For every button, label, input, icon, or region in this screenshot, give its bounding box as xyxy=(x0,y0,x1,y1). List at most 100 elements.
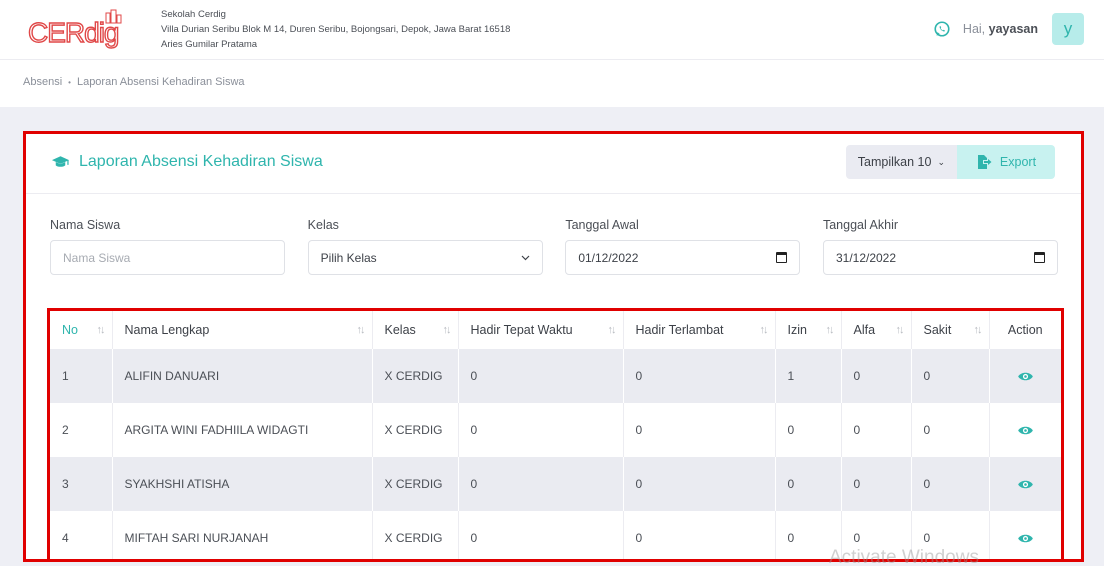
greeting-text: Hai, xyxy=(962,22,986,36)
eye-icon[interactable] xyxy=(1017,533,1034,544)
column-header-class[interactable]: Kelas ↑↓ xyxy=(372,311,459,349)
breadcrumb: Absensi • Laporan Absensi Kehadiran Sisw… xyxy=(23,76,245,88)
row-absent-cell: 0 xyxy=(841,349,912,403)
row-no-cell: 2 xyxy=(50,403,113,457)
row-permit-cell: 0 xyxy=(775,403,842,457)
user-area: Hai, yayasan y xyxy=(933,12,1084,46)
school-head: Aries Gumilar Pratama xyxy=(161,39,258,50)
card-tools: Tampilkan 10 ⌄ Export xyxy=(845,145,1055,179)
table-row: 2 ARGITA WINI FADHIILA WIDAGTI X CERDIG 0 0 0… xyxy=(50,403,1061,457)
row-class-cell: X CERDIG xyxy=(372,511,459,559)
table-header-row: No ↑↓ Nama Lengkap ↑↓ Kelas ↑↓ Hadir Tepat … xyxy=(50,311,1061,349)
row-no-cell: 1 xyxy=(50,349,113,403)
eye-icon[interactable] xyxy=(1017,425,1034,436)
student-name-placeholder: Nama Siswa xyxy=(63,250,131,265)
sort-icon[interactable]: ↑↓ xyxy=(357,324,366,336)
row-late-cell: 0 xyxy=(623,457,776,511)
row-absent-cell: 0 xyxy=(841,403,912,457)
graduation-cap-icon xyxy=(51,156,70,167)
export-label: Export xyxy=(999,155,1037,169)
class-select[interactable]: Pilih Kelas xyxy=(307,240,543,275)
row-late-cell: 0 xyxy=(623,403,776,457)
row-name-cell: ALIFIN DANUARI xyxy=(112,349,373,403)
row-class-cell: X CERDIG xyxy=(372,457,459,511)
calendar-icon[interactable] xyxy=(1033,252,1045,263)
filter-start-label: Tanggal Awal xyxy=(565,218,639,232)
attendance-table: No ↑↓ Nama Lengkap ↑↓ Kelas ↑↓ Hadir Tepat … xyxy=(50,311,1061,559)
row-sick-cell: 0 xyxy=(911,457,990,511)
filter-name-label: Nama Siswa xyxy=(50,218,121,232)
school-address: Villa Durian Seribu Blok M 14, Duren Ser… xyxy=(161,24,511,35)
filter-name-group: Nama Siswa Nama Siswa xyxy=(50,218,285,275)
avatar[interactable]: y xyxy=(1052,13,1084,45)
column-header-sick[interactable]: Sakit ↑↓ xyxy=(911,311,990,349)
page-size-label: Tampilkan 10 xyxy=(857,155,932,169)
school-info: Sekolah Cerdig Villa Durian Seribu Blok … xyxy=(161,7,510,52)
top-bar: CERdig Sekolah Cerdig Villa Durian Serib… xyxy=(0,0,1104,60)
row-late-cell: 0 xyxy=(623,349,776,403)
column-header-no[interactable]: No ↑↓ xyxy=(50,311,113,349)
row-class-cell: X CERDIG xyxy=(372,403,459,457)
school-name: Sekolah Cerdig xyxy=(161,9,226,20)
row-name-cell: SYAKHSHI ATISHA xyxy=(112,457,373,511)
file-export-icon xyxy=(977,155,992,169)
filter-class-group: Kelas Pilih Kelas xyxy=(307,218,543,275)
filter-class-label: Kelas xyxy=(307,218,339,232)
row-permit-cell: 0 xyxy=(775,457,842,511)
eye-icon[interactable] xyxy=(1017,479,1034,490)
user-name: yayasan xyxy=(988,22,1038,36)
sort-icon[interactable]: ↑↓ xyxy=(896,324,905,336)
row-name-cell: ARGITA WINI FADHIILA WIDAGTI xyxy=(112,403,373,457)
column-header-absent[interactable]: Alfa ↑↓ xyxy=(841,311,912,349)
column-header-on-time[interactable]: Hadir Tepat Waktu ↑↓ xyxy=(458,311,624,349)
breadcrumb-root[interactable]: Absensi xyxy=(23,76,62,88)
class-select-value: Pilih Kelas xyxy=(320,250,377,265)
column-header-permit[interactable]: Izin ↑↓ xyxy=(775,311,842,349)
cerdig-logo[interactable]: CERdig xyxy=(28,9,150,51)
column-header-name[interactable]: Nama Lengkap ↑↓ xyxy=(112,311,373,349)
column-header-late[interactable]: Hadir Terlambat ↑↓ xyxy=(623,311,776,349)
whatsapp-icon[interactable] xyxy=(933,20,951,38)
export-button[interactable]: Export xyxy=(957,145,1055,179)
row-sick-cell: 0 xyxy=(911,349,990,403)
sort-icon[interactable]: ↑↓ xyxy=(760,324,769,336)
column-header-action: Action xyxy=(1007,323,1043,337)
end-date-input[interactable]: 31/12/2022 xyxy=(822,240,1058,275)
chevron-down-icon xyxy=(521,255,530,260)
student-name-input[interactable]: Nama Siswa xyxy=(50,240,285,275)
filter-end-group: Tanggal Akhir 31/12/2022 xyxy=(822,218,1058,275)
row-no-cell: 3 xyxy=(50,457,113,511)
chevron-down-icon: ⌄ xyxy=(937,156,945,167)
breadcrumb-current: Laporan Absensi Kehadiran Siswa xyxy=(76,76,245,88)
sort-icon[interactable]: ↑↓ xyxy=(974,324,983,336)
row-no-cell: 4 xyxy=(50,511,113,559)
row-class-cell: X CERDIG xyxy=(372,349,459,403)
row-action-cell xyxy=(989,457,1061,511)
row-on-time-cell: 0 xyxy=(458,457,624,511)
page-size-dropdown[interactable]: Tampilkan 10 ⌄ xyxy=(845,145,957,179)
eye-icon[interactable] xyxy=(1017,371,1034,382)
breadcrumb-bar: Absensi • Laporan Absensi Kehadiran Sisw… xyxy=(0,60,1104,107)
sort-icon[interactable]: ↑↓ xyxy=(443,324,452,336)
sort-icon[interactable]: ↑↓ xyxy=(608,324,617,336)
row-on-time-cell: 0 xyxy=(458,403,624,457)
windows-activation-watermark: Activate Windows xyxy=(829,547,979,566)
sort-icon[interactable]: ↑↓ xyxy=(97,324,106,336)
row-on-time-cell: 0 xyxy=(458,511,624,559)
row-on-time-cell: 0 xyxy=(458,349,624,403)
row-action-cell xyxy=(989,403,1061,457)
start-date-value: 01/12/2022 xyxy=(578,250,639,265)
card-title: Laporan Absensi Kehadiran Siswa xyxy=(51,153,323,171)
row-absent-cell: 0 xyxy=(841,457,912,511)
sort-icon[interactable]: ↑↓ xyxy=(826,324,835,336)
filter-start-group: Tanggal Awal 01/12/2022 xyxy=(565,218,801,275)
row-late-cell: 0 xyxy=(623,511,776,559)
card-title-text: Laporan Absensi Kehadiran Siswa xyxy=(79,153,323,170)
calendar-icon[interactable] xyxy=(776,252,788,263)
start-date-input[interactable]: 01/12/2022 xyxy=(565,240,801,275)
report-card: Laporan Absensi Kehadiran Siswa Tampilka… xyxy=(23,131,1084,562)
row-action-cell xyxy=(989,511,1061,559)
filter-row: Nama Siswa Nama Siswa Kelas Pilih Kelas … xyxy=(50,218,1058,275)
row-name-cell: MIFTAH SARI NURJANAH xyxy=(112,511,373,559)
filter-end-label: Tanggal Akhir xyxy=(822,218,899,232)
